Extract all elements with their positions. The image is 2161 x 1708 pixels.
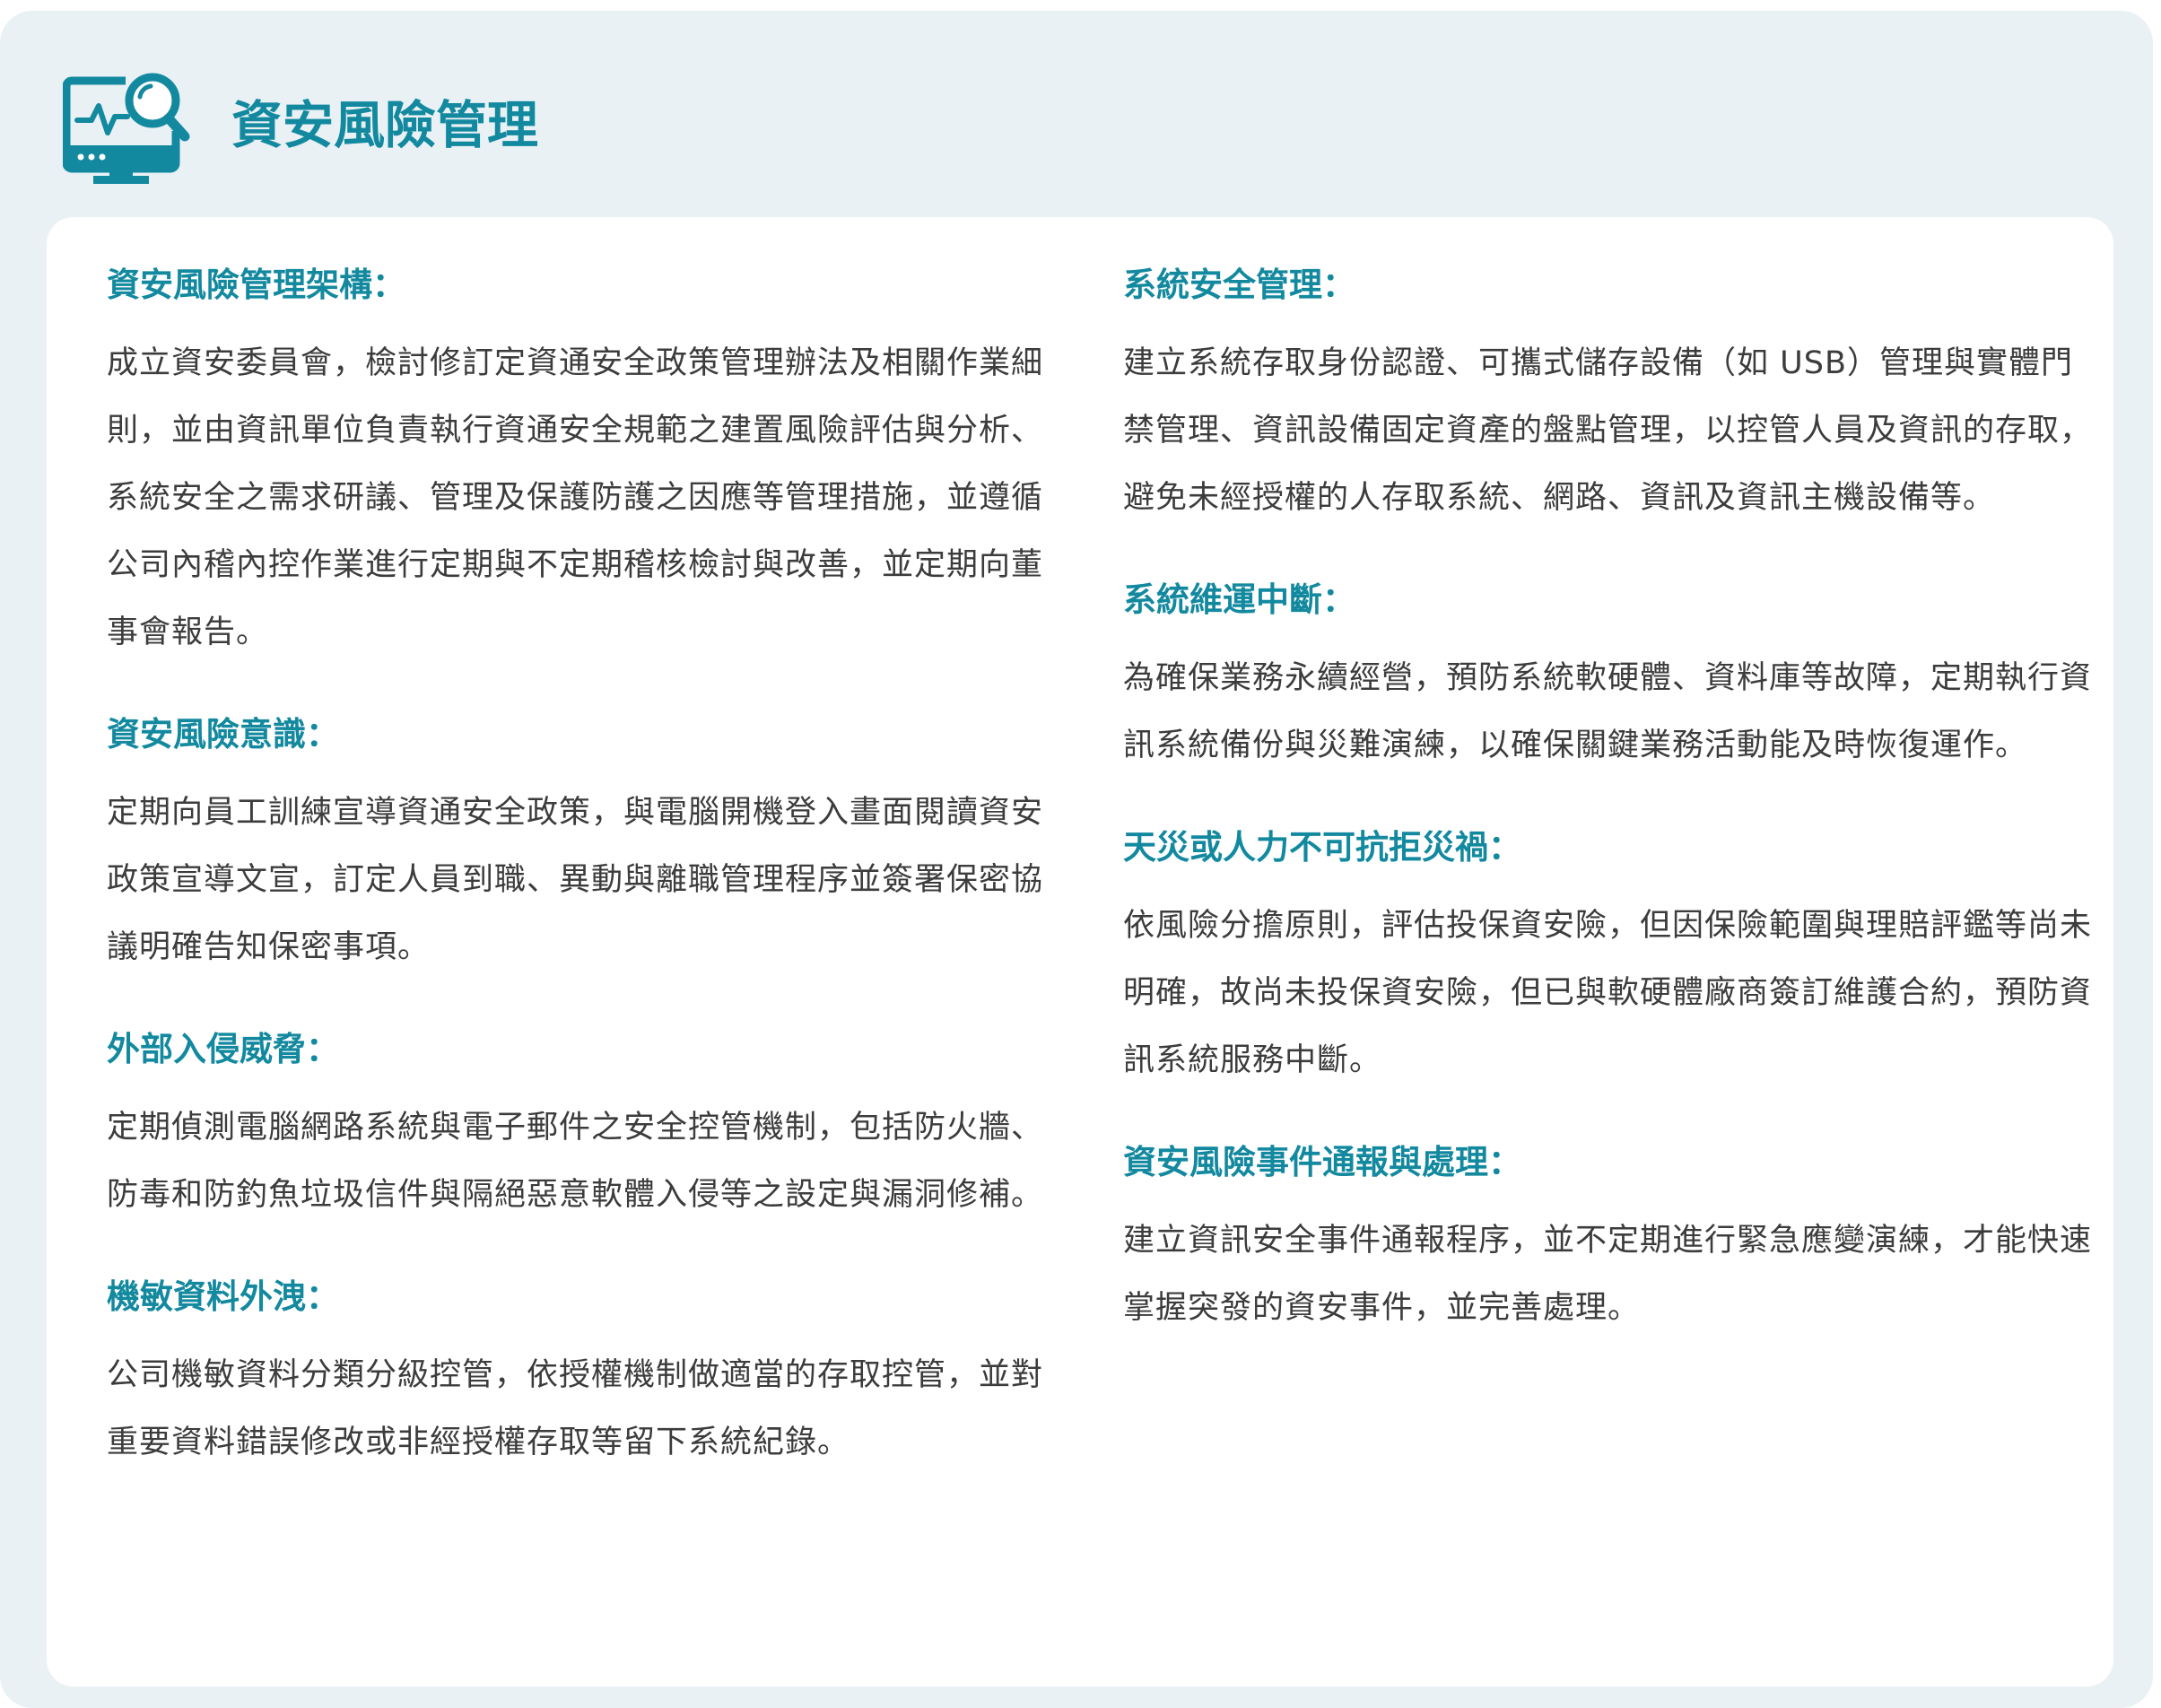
section-data-leak: 機敏資料外洩： 公司機敏資料分類分級控管，依授權機制做適當的存取控管，並對重要資…	[107, 1274, 1058, 1477]
content-card: 資安風險管理架構： 成立資安委員會，檢討修訂定資通安全政策管理辦法及相關作業細則…	[47, 217, 2113, 1686]
section-incident-reporting: 資安風險事件通報與處理： 建立資訊安全事件通報程序，並不定期進行緊急應變演練，才…	[1123, 1139, 2092, 1342]
section-body: 成立資安委員會，檢討修訂定資通安全政策管理辦法及相關作業細則，並由資訊單位負責執…	[107, 345, 1044, 650]
section-heading: 系統安全管理：	[1123, 266, 1355, 304]
section-heading: 機敏資料外洩：	[107, 1277, 339, 1316]
section-operation-interruption: 系統維運中斷： 為確保業務永續經營，預防系統軟硬體、資料庫等故障，定期執行資訊系…	[1123, 577, 2092, 780]
section-heading: 資安風險意識：	[107, 715, 339, 754]
section-external-threat: 外部入侵威脅： 定期偵測電腦網路系統與電子郵件之安全控管機制，包括防火牆、防毒和…	[107, 1026, 1058, 1229]
section-architecture: 資安風險管理架構： 成立資安委員會，檢討修訂定資通安全政策管理辦法及相關作業細則…	[107, 262, 1058, 667]
section-body: 為確保業務永續經營，預防系統軟硬體、資料庫等故障，定期執行資訊系統備份與災難演練…	[1123, 660, 2093, 763]
section-body: 定期向員工訓練宣導資通安全政策，與電腦開機登入畫面閱讀資安政策宣導文宣，訂定人員…	[107, 795, 1044, 965]
section-body: 依風險分擔原則，評估投保資安險，但因保險範圍與理賠評鑑等尚未明確，故尚未投保資安…	[1123, 908, 2093, 1078]
section-body: 定期偵測電腦網路系統與電子郵件之安全控管機制，包括防火牆、防毒和防釣魚垃圾信件與…	[107, 1110, 1044, 1213]
section-body: 建立資訊安全事件通報程序，並不定期進行緊急應變演練，才能快速掌握突發的資安事件，…	[1123, 1223, 2093, 1326]
section-heading: 資安風險事件通報與處理：	[1123, 1143, 1521, 1181]
section-body: 建立系統存取身份認證、可攜式儲存設備（如 USB）管理與實體門禁管理、資訊設備固…	[1123, 345, 2093, 516]
section-heading: 天災或人力不可抗拒災禍：	[1123, 828, 1521, 867]
section-disaster: 天災或人力不可抗拒災禍： 依風險分擔原則，評估投保資安險，但因保險範圍與理賠評鑑…	[1123, 824, 2092, 1094]
right-column: 系統安全管理： 建立系統存取身份認證、可攜式儲存設備（如 USB）管理與實體門禁…	[1123, 262, 2092, 1387]
section-system-security: 系統安全管理： 建立系統存取身份認證、可攜式儲存設備（如 USB）管理與實體門禁…	[1123, 262, 2092, 532]
page-title: 資安風險管理	[231, 96, 538, 155]
section-awareness: 資安風險意識： 定期向員工訓練宣導資通安全政策，與電腦開機登入畫面閱讀資安政策宣…	[107, 711, 1058, 981]
page-background: 資安風險管理 資安風險管理架構： 成立資安委員會，檢討修訂定資通安全政策管理辦法…	[0, 11, 2153, 1708]
section-heading: 資安風險管理架構：	[107, 266, 405, 304]
section-body: 公司機敏資料分類分級控管，依授權機制做適當的存取控管，並對重要資料錯誤修改或非經…	[107, 1357, 1044, 1460]
monitor-search-icon	[63, 73, 190, 184]
left-column: 資安風險管理架構： 成立資安委員會，檢討修訂定資通安全政策管理辦法及相關作業細則…	[107, 262, 1058, 1521]
section-heading: 外部入侵威脅：	[107, 1030, 339, 1068]
section-heading: 系統維運中斷：	[1123, 580, 1355, 619]
